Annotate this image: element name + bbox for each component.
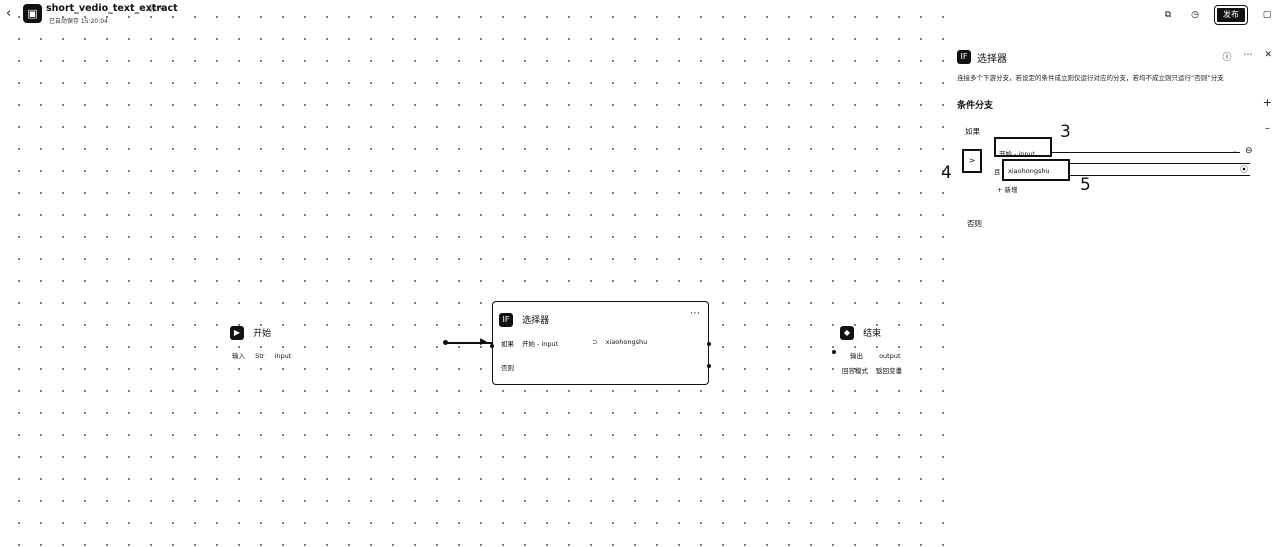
more-icon[interactable]: ⋯ — [690, 308, 700, 319]
panel-description: 连接多个下游分支，若设定的条件成立则仅运行对应的分支，若均不成立则只运行“否则”… — [957, 74, 1224, 82]
workflow-canvas[interactable] — [0, 0, 945, 547]
copy-icon[interactable]: ⧉ — [1161, 8, 1175, 22]
end-input-port[interactable] — [832, 350, 836, 354]
annotation-4: 4 — [941, 163, 952, 183]
and-label: 且 — [994, 168, 1001, 176]
condition-source: 开始 - input — [522, 340, 559, 348]
selector-node[interactable]: IF 选择器 ⋯ 如果 开始 - input ⊃ xiaohongshu 否则 — [490, 301, 711, 385]
more-icon[interactable]: ⋯ — [1243, 50, 1252, 63]
variable-select[interactable]: 开始 - input — [994, 137, 1052, 158]
publish-button[interactable]: 发布 — [1214, 5, 1248, 25]
chevron-left-icon[interactable]: ‹ — [6, 7, 18, 21]
operator-select[interactable]: > — [962, 149, 982, 173]
info-icon[interactable]: ⓘ ✎ — [148, 3, 165, 14]
start-node[interactable]: ▶ 开始 输入 Str input — [230, 322, 350, 366]
autosave-status: 已自动保存 15:20:04 — [49, 18, 108, 25]
chevron-down-icon[interactable]: ⌄ — [1232, 147, 1238, 155]
close-icon[interactable]: ✕ — [1264, 50, 1272, 63]
end-node-output: 输出 output — [850, 350, 940, 360]
annotation-5: 5 — [1080, 175, 1091, 195]
panel-title: 选择器 — [977, 54, 1007, 65]
value-input-border — [1070, 163, 1250, 164]
start-node-row-type: Str — [255, 352, 265, 360]
end-icon: ◆ — [840, 325, 854, 340]
if-label: 如果 — [501, 340, 514, 348]
reference-icon[interactable]: ⦿ — [1240, 164, 1248, 175]
selector-node-title: 选择器 — [522, 316, 550, 326]
condition-operator: ⊃ — [592, 338, 598, 346]
condition-value: xiaohongshu — [605, 338, 648, 346]
selector-config-panel: IF 选择器 ⓘ ⋯ ✕ 连接多个下游分支，若设定的条件成立则仅运行对应的分支，… — [941, 38, 1280, 547]
start-icon: ▶ — [230, 325, 244, 340]
remove-condition-icon[interactable]: ⊖ — [1245, 146, 1253, 156]
panel-actions: ⓘ ⋯ ✕ — [1222, 50, 1272, 63]
end-node-row-value: output — [879, 352, 901, 360]
start-node-output: 输入 Str input — [232, 350, 350, 360]
end-node-row-label: 输出 — [850, 352, 863, 360]
start-node-row-value: input — [274, 352, 292, 360]
value-input[interactable]: xiaohongshu — [1002, 159, 1070, 181]
value-input-border-bottom — [1070, 175, 1250, 176]
else-label: 否则 — [501, 364, 514, 372]
end-node-mode: 回答模式 返回变量 — [842, 365, 940, 375]
section-title: 条件分支 — [957, 101, 994, 111]
help-icon[interactable]: ⓘ — [1222, 50, 1231, 63]
arrow-icon: ▶ — [480, 337, 487, 347]
if-icon: IF — [499, 312, 513, 327]
end-node-mode-label: 回答模式 — [842, 367, 868, 375]
variable-select-border — [1052, 152, 1240, 153]
window-icon[interactable]: ▢ — [1260, 8, 1274, 22]
add-branch-icon[interactable]: + — [1263, 96, 1272, 109]
start-node-row-label: 输入 — [232, 352, 245, 360]
else-output-port[interactable] — [707, 364, 711, 368]
history-icon[interactable]: ◷ — [1188, 8, 1202, 22]
input-port[interactable] — [490, 344, 494, 348]
end-node-mode-value: 返回变量 — [876, 367, 903, 375]
top-bar: ‹ ▣ short_vedio_text_extract ⓘ ✎ 已自动保存 1… — [0, 0, 1280, 30]
remove-branch-icon[interactable]: – — [1265, 123, 1270, 134]
annotation-3: 3 — [1060, 122, 1071, 142]
top-actions: ⧉ ◷ 发布 ▢ — [1161, 5, 1274, 25]
end-node[interactable]: ◆ 结束 输出 output 回答模式 返回变量 — [832, 322, 940, 382]
if-output-port[interactable] — [707, 342, 711, 346]
end-node-title: 结束 — [863, 329, 882, 339]
app-icon: ▣ — [23, 4, 42, 23]
selector-if-row: 如果 开始 - input ⊃ xiaohongshu — [499, 338, 702, 348]
output-port[interactable] — [443, 340, 448, 345]
if-branch-label: 如果 — [965, 127, 980, 136]
if-icon: IF — [957, 50, 971, 64]
start-node-title: 开始 — [253, 329, 272, 339]
else-branch-label: 否则 — [967, 219, 982, 228]
add-condition-button[interactable]: + 新增 — [997, 184, 1018, 194]
